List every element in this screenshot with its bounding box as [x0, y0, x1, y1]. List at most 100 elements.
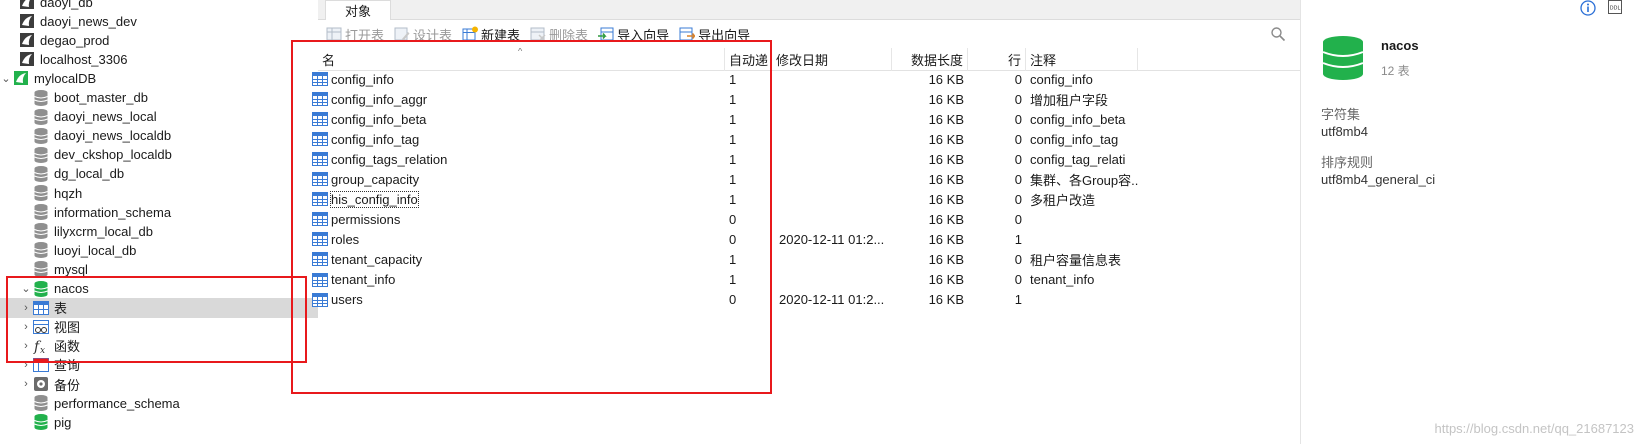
table-name-cell[interactable]: his_config_info [308, 189, 725, 209]
tree-node[interactable]: dg_local_db [0, 164, 318, 184]
tree-node-label: 视图 [54, 320, 81, 336]
tree-node-label: information_schema [54, 204, 172, 220]
table-row[interactable]: his_config_info 1 16 KB 0 多租户改造 [312, 189, 1300, 209]
search-icon[interactable] [1270, 26, 1286, 42]
comment-cell: 集群、各Group容... [1030, 172, 1138, 188]
table-row[interactable]: tenant_info 1 16 KB 0 tenant_info [312, 270, 1300, 290]
tree-node[interactable]: › 视图 [0, 317, 318, 337]
database-icon [32, 89, 50, 107]
ddl-icon[interactable]: DDL [1608, 0, 1622, 14]
tab-objects[interactable]: 对象 [325, 0, 391, 20]
table-name-cell[interactable]: group_capacity [308, 169, 725, 189]
tree-node[interactable]: information_schema [0, 202, 318, 222]
table-name-cell[interactable]: config_info_tag [308, 129, 725, 149]
table-name-cell[interactable]: config_info_beta [308, 109, 725, 129]
data-length-cell: 16 KB [928, 151, 964, 167]
tree-node[interactable]: › f x 函数 [0, 336, 318, 356]
column-header-comment[interactable]: 注释 [1026, 48, 1138, 71]
table-name-cell[interactable]: tenant_info [308, 270, 725, 290]
tree-node[interactable]: daoyi_news_localdb [0, 126, 318, 146]
table-row[interactable]: config_info_beta 1 16 KB 0 config_info_beta [312, 109, 1300, 129]
row-count-cell: 0 [1014, 272, 1022, 287]
data-length-cell: 16 KB [928, 191, 964, 207]
svg-text:x: x [40, 346, 45, 354]
chevron-right-icon[interactable]: › [20, 298, 32, 318]
tree-node[interactable]: lilyxcrm_local_db [0, 221, 318, 241]
table-icon [312, 232, 331, 247]
column-header-auto-increment[interactable]: 自动递 [725, 48, 772, 71]
design-table-button[interactable]: 设计表 [394, 25, 452, 44]
table-row[interactable]: group_capacity 1 16 KB 0 集群、各Group容... [312, 169, 1300, 189]
tree-node[interactable]: boot_master_db [0, 88, 318, 108]
data-length-cell: 16 KB [928, 111, 964, 127]
chevron-right-icon[interactable]: › [20, 355, 32, 375]
chevron-right-icon[interactable]: › [20, 374, 32, 394]
tree-node[interactable]: localhost_3306 [0, 49, 318, 69]
table-list-header: 名 ^ 自动递 修改日期 数据长度 行 注释 [318, 48, 1300, 71]
column-header-modified[interactable]: 修改日期 [772, 48, 892, 71]
table-name-cell[interactable]: users [308, 290, 725, 310]
data-length-cell: 16 KB [928, 292, 964, 308]
comment-cell: 多租户改造 [1030, 192, 1096, 208]
tree-node[interactable]: ⌄ nacos [0, 279, 318, 299]
tree-node[interactable]: mysql [0, 259, 318, 279]
tree-node-label: performance_schema [54, 395, 180, 411]
tree-node[interactable]: daoyi_news_dev [0, 11, 318, 31]
tree-node[interactable]: › 表 [0, 297, 318, 318]
chevron-right-icon[interactable]: › [20, 317, 32, 337]
tree-node[interactable]: ⌄ mylocalDB [0, 68, 318, 88]
table-name-cell[interactable]: config_tags_relation [308, 149, 725, 169]
delete-table-label: 删除表 [549, 27, 589, 43]
info-icon[interactable] [1580, 0, 1596, 16]
open-table-button[interactable]: 打开表 [326, 25, 384, 44]
tree-node-label: hqzh [54, 185, 83, 201]
open-table-icon [326, 26, 342, 42]
table-name: his_config_info [330, 190, 419, 208]
chevron-down-icon[interactable]: ⌄ [0, 68, 12, 88]
table-name-cell[interactable]: tenant_capacity [308, 249, 725, 269]
table-row[interactable]: config_info_tag 1 16 KB 0 config_info_tag [312, 129, 1300, 149]
delete-table-button[interactable]: 删除表 [530, 25, 588, 44]
tree-node[interactable]: hqzh [0, 183, 318, 203]
table-row[interactable]: tenant_capacity 1 16 KB 0 租户容量信息表 [312, 249, 1300, 269]
auto-increment-cell: 1 [729, 111, 737, 127]
table-row[interactable]: config_info 1 16 KB 0 config_info [312, 69, 1300, 89]
new-table-button[interactable]: 新建表 [462, 25, 520, 44]
table-name-cell[interactable]: config_info_aggr [308, 89, 725, 109]
table-row[interactable]: config_tags_relation 1 16 KB 0 config_tag_re… [312, 149, 1300, 169]
tree-node[interactable]: daoyi_news_local [0, 107, 318, 127]
tree-node[interactable]: degao_prod [0, 30, 318, 50]
tree-node[interactable]: pig [0, 412, 318, 432]
column-header-data-length[interactable]: 数据长度 [892, 48, 968, 71]
auto-increment-cell: 1 [729, 151, 737, 167]
import-wizard-button[interactable]: 导入向导 [598, 25, 669, 44]
table-row[interactable]: config_info_aggr 1 16 KB 0 增加租户字段 [312, 89, 1300, 109]
table-name-cell[interactable]: permissions [308, 209, 725, 229]
auto-increment-cell: 1 [729, 91, 737, 107]
tree-node-label: 函数 [54, 339, 81, 355]
chevron-down-icon[interactable]: ⌄ [20, 279, 32, 299]
tree-node[interactable]: performance_schema [0, 393, 318, 413]
table-row[interactable]: permissions 0 16 KB 0 [312, 209, 1300, 229]
table-icon [312, 292, 331, 307]
table-name-cell[interactable]: roles [308, 229, 725, 249]
table-row[interactable]: roles 0 2020-12-11 01:2... 16 KB 1 [312, 229, 1300, 249]
tree-node[interactable]: › 查询 [0, 355, 318, 375]
query-icon [32, 356, 50, 374]
column-header-name[interactable]: 名 ^ [318, 48, 725, 71]
function-icon: fx [32, 337, 50, 355]
tree-node[interactable]: › 备份 [0, 374, 318, 394]
ddl-icon-text: DDL [1610, 6, 1621, 12]
export-wizard-button[interactable]: 导出向导 [679, 25, 750, 44]
column-header-rows[interactable]: 行 [968, 48, 1026, 71]
tree-node[interactable]: dev_ckshop_localdb [0, 145, 318, 165]
table-name: group_capacity [331, 171, 420, 187]
export-wizard-icon [679, 26, 696, 42]
chevron-right-icon[interactable]: › [20, 336, 32, 356]
table-name-cell[interactable]: config_info [308, 69, 725, 89]
new-table-icon [462, 26, 479, 42]
tree-node[interactable]: luoyi_local_db [0, 240, 318, 260]
comment-cell [1026, 229, 1138, 249]
table-row[interactable]: users 0 2020-12-11 01:2... 16 KB 1 [312, 290, 1300, 310]
